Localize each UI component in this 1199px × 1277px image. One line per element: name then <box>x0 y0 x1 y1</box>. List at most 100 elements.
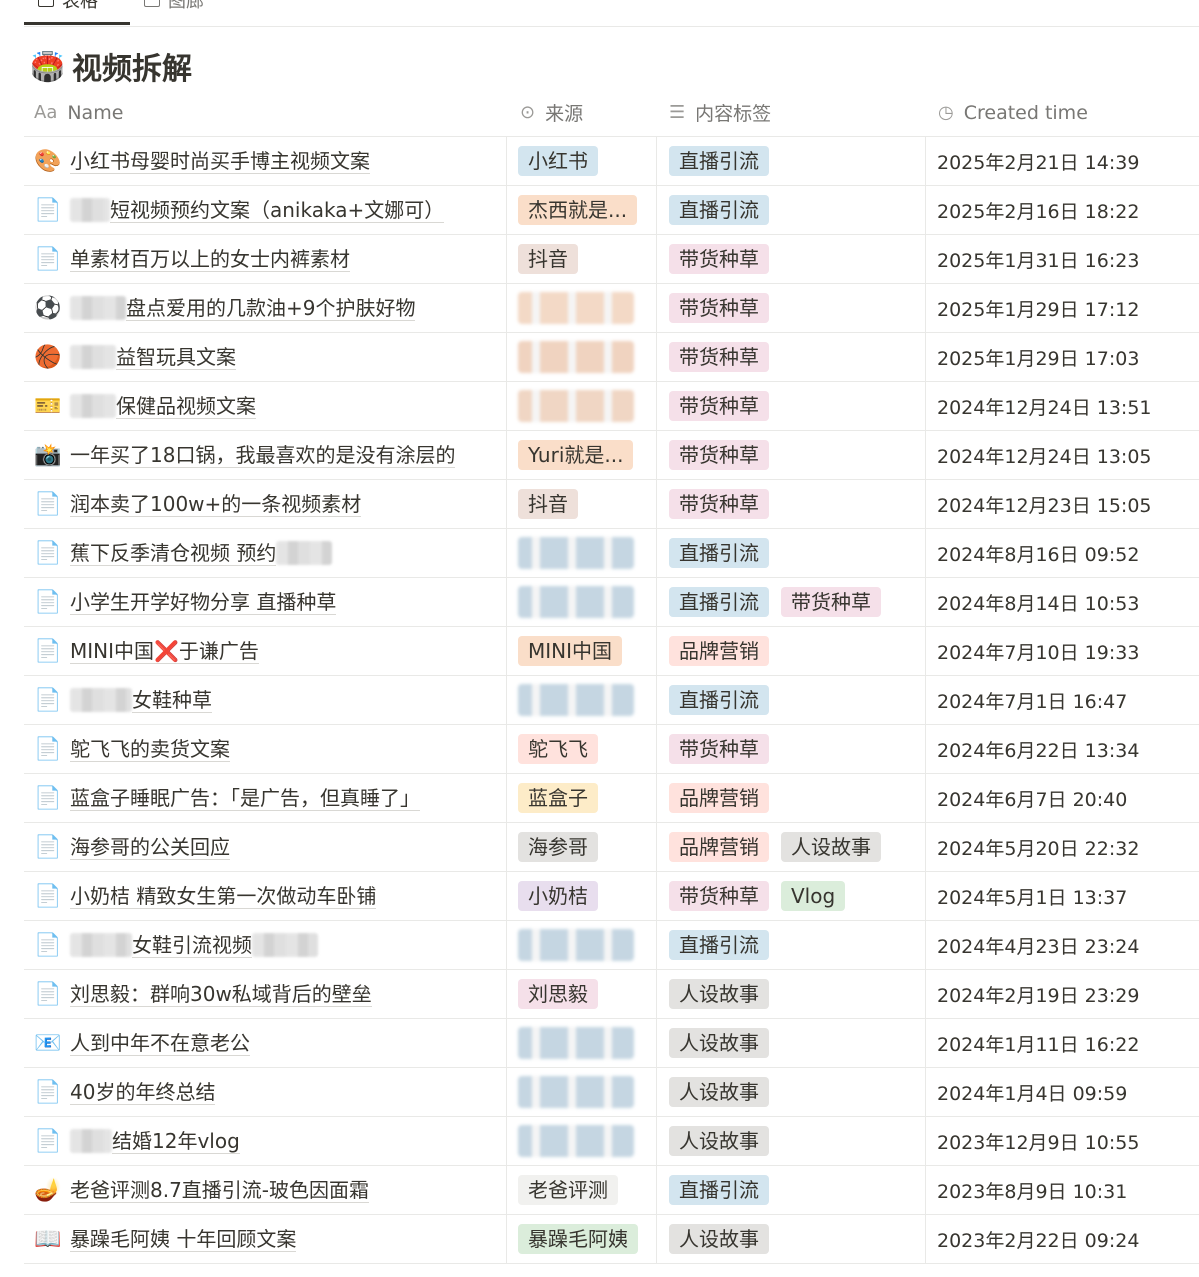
row-title[interactable]: 保健品视频文案 <box>116 394 256 419</box>
source-tag[interactable]: MINI中国 <box>518 636 623 666</box>
row-title[interactable]: 鸵飞飞的卖货文案 <box>70 737 230 762</box>
tags-cell[interactable]: 带货种草 <box>669 431 769 479</box>
table-row[interactable]: 📄 蕉下反季清仓视频 预约 直播引流 2024年8月16日 09:52 <box>24 529 1199 578</box>
tags-cell[interactable]: 品牌营销 <box>669 627 769 675</box>
content-tag[interactable]: 品牌营销 <box>669 832 769 862</box>
table-row[interactable]: 📄 MINI中国❌于谦广告 MINI中国 品牌营销 2024年7月10日 19:33 <box>24 627 1199 676</box>
stadium-icon[interactable]: 🏟️ <box>30 50 65 83</box>
table-row[interactable]: 📄 刘思毅：群响30w私域背后的壁垒 刘思毅 人设故事 2024年2月19日 23:29 <box>24 970 1199 1019</box>
table-row[interactable]: 🎨 小红书母婴时尚买手博主视频文案 小红书 直播引流 2025年2月21日 14:39 <box>24 137 1199 186</box>
source-cell[interactable]: 刘思毅 <box>518 970 598 1018</box>
source-cell[interactable]: MINI中国 <box>518 627 623 675</box>
source-cell[interactable] <box>518 921 634 969</box>
source-cell[interactable]: Yuri就是... <box>518 431 634 479</box>
tags-cell[interactable]: 直播引流 带货种草 <box>669 578 881 626</box>
name-cell[interactable]: 📄 小学生开学好物分享 直播种草 <box>34 578 504 626</box>
tags-cell[interactable]: 直播引流 <box>669 137 769 185</box>
source-tag[interactable]: 小红书 <box>518 146 598 176</box>
content-tag[interactable]: 带货种草 <box>669 734 769 764</box>
tags-cell[interactable]: 直播引流 <box>669 676 769 724</box>
name-cell[interactable]: 📸 一年买了18口锅，我最喜欢的是没有涂层的 <box>34 431 504 479</box>
table-row[interactable]: 🏀 益智玩具文案 带货种草 2025年1月29日 17:03 <box>24 333 1199 382</box>
content-tag[interactable]: 人设故事 <box>669 1028 769 1058</box>
table-row[interactable]: 📄 润本卖了100w+的一条视频素材 抖音 带货种草 2024年12月23日 15:05 <box>24 480 1199 529</box>
name-cell[interactable]: 📄 蓝盒子睡眠广告：「是广告，但真睡了」 <box>34 774 504 822</box>
database-title-text[interactable]: 视频拆解 <box>72 44 192 88</box>
table-row[interactable]: 📄 蓝盒子睡眠广告：「是广告，但真睡了」 蓝盒子 品牌营销 2024年6月7日 20:4… <box>24 774 1199 823</box>
row-title[interactable]: 蕉下反季清仓视频 预约 <box>70 541 277 566</box>
tags-cell[interactable]: 直播引流 <box>669 186 769 234</box>
name-cell[interactable]: 📄 40岁的年终总结 <box>34 1068 504 1116</box>
table-row[interactable]: 📄 40岁的年终总结 人设故事 2024年1月4日 09:59 <box>24 1068 1199 1117</box>
row-title[interactable]: 女鞋种草 <box>132 688 212 713</box>
source-tag[interactable]: 老爸评测 <box>518 1175 618 1205</box>
row-title[interactable]: 人到中年不在意老公 <box>70 1031 250 1056</box>
content-tag[interactable]: 带货种草 <box>669 489 769 519</box>
table-row[interactable]: 📄 女鞋引流视频 直播引流 2024年4月23日 23:24 <box>24 921 1199 970</box>
content-tag[interactable]: 人设故事 <box>781 832 881 862</box>
table-row[interactable]: ⚽ 盘点爱用的几款油+9个护肤好物 带货种草 2025年1月29日 17:12 <box>24 284 1199 333</box>
row-title[interactable]: 单素材百万以上的女士内裤素材 <box>70 247 350 272</box>
row-title[interactable]: 一年买了18口锅，我最喜欢的是没有涂层的 <box>70 443 456 468</box>
name-cell[interactable]: 📄 女鞋引流视频 <box>34 921 504 969</box>
content-tag[interactable]: 人设故事 <box>669 979 769 1009</box>
content-tag[interactable]: 直播引流 <box>669 1175 769 1205</box>
tags-cell[interactable]: 直播引流 <box>669 1166 769 1214</box>
content-tag[interactable]: 品牌营销 <box>669 783 769 813</box>
source-tag[interactable]: 蓝盒子 <box>518 783 598 813</box>
name-cell[interactable]: 📖 暴躁毛阿姨 十年回顾文案 <box>34 1215 504 1263</box>
tags-cell[interactable]: 带货种草 <box>669 382 769 430</box>
row-title[interactable]: 润本卖了100w+的一条视频素材 <box>70 492 362 517</box>
source-cell[interactable]: 杰西就是... <box>518 186 638 234</box>
row-title[interactable]: MINI中国❌于谦广告 <box>70 639 259 664</box>
column-header-created[interactable]: ◷ Created time <box>938 89 1088 136</box>
content-tag[interactable]: 带货种草 <box>669 391 769 421</box>
source-cell[interactable]: 海参哥 <box>518 823 598 871</box>
row-title[interactable]: 女鞋引流视频 <box>132 933 252 958</box>
name-cell[interactable]: 📄 短视频预约文案（anikaka+文娜可） <box>34 186 504 234</box>
source-tag[interactable]: 小奶桔 <box>518 881 598 911</box>
name-cell[interactable]: 📄 蕉下反季清仓视频 预约 <box>34 529 504 577</box>
name-cell[interactable]: 📄 女鞋种草 <box>34 676 504 724</box>
tags-cell[interactable]: 人设故事 <box>669 1215 769 1263</box>
row-title[interactable]: 小奶桔 精致女生第一次做动车卧铺 <box>70 884 377 909</box>
column-header-tags[interactable]: ☰ 内容标签 <box>669 89 771 136</box>
source-tag[interactable]: 抖音 <box>518 244 578 274</box>
content-tag[interactable]: 带货种草 <box>669 293 769 323</box>
name-cell[interactable]: 📧 人到中年不在意老公 <box>34 1019 504 1067</box>
content-tag[interactable]: 带货种草 <box>669 244 769 274</box>
source-tag[interactable]: Yuri就是... <box>518 440 634 470</box>
source-tag[interactable]: 暴躁毛阿姨 <box>518 1224 638 1254</box>
content-tag[interactable]: 品牌营销 <box>669 636 769 666</box>
row-title[interactable]: 小学生开学好物分享 直播种草 <box>70 590 337 615</box>
source-tag[interactable]: 鸵飞飞 <box>518 734 598 764</box>
name-cell[interactable]: 🎫 保健品视频文案 <box>34 382 504 430</box>
row-title[interactable]: 40岁的年终总结 <box>70 1080 216 1105</box>
tags-cell[interactable]: 带货种草 <box>669 333 769 381</box>
content-tag[interactable]: Vlog <box>781 881 846 911</box>
table-row[interactable]: 📖 暴躁毛阿姨 十年回顾文案 暴躁毛阿姨 人设故事 2023年2月22日 09:24 <box>24 1215 1199 1264</box>
column-header-source[interactable]: ⊙ 来源 <box>520 89 583 136</box>
row-title[interactable]: 短视频预约文案（anikaka+文娜可） <box>110 198 445 223</box>
source-tag[interactable]: 杰西就是... <box>518 195 638 225</box>
tags-cell[interactable]: 带货种草 <box>669 725 769 773</box>
name-cell[interactable]: 🏀 益智玩具文案 <box>34 333 504 381</box>
row-title[interactable]: 益智玩具文案 <box>116 345 236 370</box>
source-cell[interactable]: 老爸评测 <box>518 1166 618 1214</box>
source-cell[interactable] <box>518 676 634 724</box>
source-cell[interactable]: 抖音 <box>518 480 578 528</box>
source-tag[interactable]: 刘思毅 <box>518 979 598 1009</box>
tab-table[interactable]: 表格 <box>38 0 98 12</box>
content-tag[interactable]: 直播引流 <box>669 587 769 617</box>
source-cell[interactable] <box>518 1068 634 1116</box>
row-title[interactable]: 海参哥的公关回应 <box>70 835 230 860</box>
name-cell[interactable]: 📄 刘思毅：群响30w私域背后的壁垒 <box>34 970 504 1018</box>
tags-cell[interactable]: 带货种草 Vlog <box>669 872 846 920</box>
name-cell[interactable]: 🪔 老爸评测8.7直播引流-玻色因面霜 <box>34 1166 504 1214</box>
source-cell[interactable]: 鸵飞飞 <box>518 725 598 773</box>
table-row[interactable]: 📄 小奶桔 精致女生第一次做动车卧铺 小奶桔 带货种草 Vlog 2024年5月1日 13… <box>24 872 1199 921</box>
tags-cell[interactable]: 直播引流 <box>669 529 769 577</box>
table-row[interactable]: 📄 结婚12年vlog 人设故事 2023年12月9日 10:55 <box>24 1117 1199 1166</box>
column-header-name[interactable]: Aa Name <box>34 89 123 136</box>
row-title[interactable]: 老爸评测8.7直播引流-玻色因面霜 <box>70 1178 370 1203</box>
